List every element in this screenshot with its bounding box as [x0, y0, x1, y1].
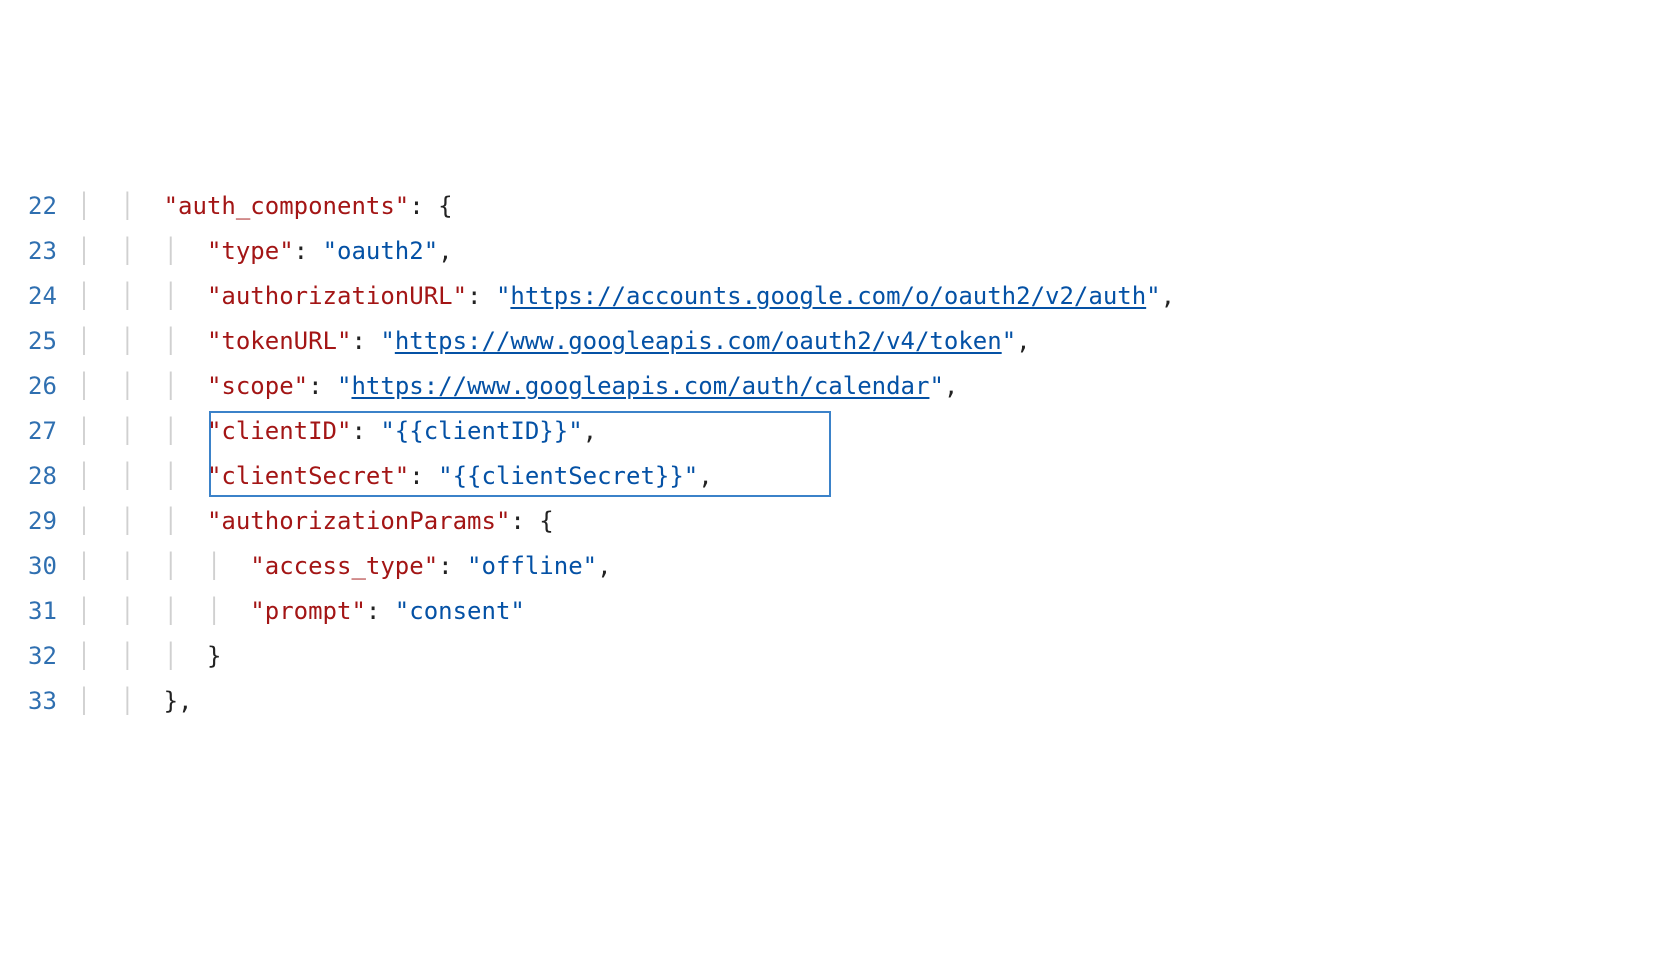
json-string: "offline" — [467, 552, 597, 580]
line-number: 29 — [28, 499, 57, 544]
line-number: 30 — [28, 544, 57, 589]
punctuation: : — [467, 282, 496, 310]
line-number: 27 — [28, 409, 57, 454]
punctuation: : — [438, 552, 467, 580]
code-line[interactable]: │ │ │ "clientID": "{{clientID}}", — [77, 409, 1175, 454]
punctuation: : — [351, 327, 380, 355]
url-link[interactable]: https://www.googleapis.com/auth/calendar — [351, 372, 929, 400]
punctuation: , — [438, 237, 452, 265]
punctuation: , — [597, 552, 611, 580]
json-string: " — [337, 372, 351, 400]
code-line[interactable]: │ │ │ } — [77, 634, 1175, 679]
indent-guide: │ │ │ │ — [77, 552, 250, 580]
punctuation: , — [944, 372, 958, 400]
indent-guide: │ │ │ │ — [77, 597, 250, 625]
indent-guide: │ │ │ — [77, 327, 207, 355]
indent-guide: │ │ │ — [77, 372, 207, 400]
indent-guide: │ │ — [77, 192, 164, 220]
code-line[interactable]: │ │ │ "type": "oauth2", — [77, 229, 1175, 274]
json-key: "clientSecret" — [207, 462, 409, 490]
line-number: 25 — [28, 319, 57, 364]
indent-guide: │ │ │ — [77, 417, 207, 445]
punctuation: : — [351, 417, 380, 445]
json-key: "scope" — [207, 372, 308, 400]
punctuation: : — [308, 372, 337, 400]
punctuation: , — [1161, 282, 1175, 310]
json-key: "authorizationURL" — [207, 282, 467, 310]
json-string: " — [496, 282, 510, 310]
code-line[interactable]: │ │ }, — [77, 679, 1175, 724]
punctuation: , — [1016, 327, 1030, 355]
punctuation: : — [409, 462, 438, 490]
line-number: 33 — [28, 679, 57, 724]
punctuation: , — [583, 417, 597, 445]
indent-guide: │ │ │ — [77, 237, 207, 265]
indent-guide: │ │ │ — [77, 507, 207, 535]
json-string: " — [929, 372, 943, 400]
json-string: "{{clientID}}" — [380, 417, 582, 445]
code-line[interactable]: │ │ │ "scope": "https://www.googleapis.c… — [77, 364, 1175, 409]
url-link[interactable]: https://www.googleapis.com/oauth2/v4/tok… — [395, 327, 1002, 355]
line-number: 24 — [28, 274, 57, 319]
indent-guide: │ │ │ — [77, 642, 207, 670]
indent-guide: │ │ — [77, 687, 164, 715]
punctuation: : — [366, 597, 395, 625]
code-content[interactable]: │ │ "auth_components": {│ │ │ "type": "o… — [77, 180, 1175, 728]
code-line[interactable]: │ │ │ "authorizationURL": "https://accou… — [77, 274, 1175, 319]
punctuation: : { — [510, 507, 553, 535]
code-editor: 222324252627282930313233 │ │ "auth_compo… — [0, 180, 1666, 728]
code-line[interactable]: │ │ │ "clientSecret": "{{clientSecret}}"… — [77, 454, 1175, 499]
json-key: "clientID" — [207, 417, 352, 445]
code-line[interactable]: │ │ │ │ "access_type": "offline", — [77, 544, 1175, 589]
json-key: "tokenURL" — [207, 327, 352, 355]
url-link[interactable]: https://accounts.google.com/o/oauth2/v2/… — [510, 282, 1146, 310]
json-string: "oauth2" — [323, 237, 439, 265]
punctuation: } — [207, 642, 221, 670]
code-line[interactable]: │ │ │ │ "prompt": "consent" — [77, 589, 1175, 634]
punctuation: : { — [409, 192, 452, 220]
punctuation: : — [294, 237, 323, 265]
code-line[interactable]: │ │ "auth_components": { — [77, 184, 1175, 229]
indent-guide: │ │ │ — [77, 462, 207, 490]
line-number: 23 — [28, 229, 57, 274]
json-key: "authorizationParams" — [207, 507, 510, 535]
code-line[interactable]: │ │ │ "tokenURL": "https://www.googleapi… — [77, 319, 1175, 364]
json-string: " — [1002, 327, 1016, 355]
json-string: "{{clientSecret}}" — [438, 462, 698, 490]
punctuation: }, — [164, 687, 193, 715]
code-line[interactable]: │ │ │ "authorizationParams": { — [77, 499, 1175, 544]
json-key: "access_type" — [250, 552, 438, 580]
json-key: "auth_components" — [164, 192, 410, 220]
line-number: 26 — [28, 364, 57, 409]
indent-guide: │ │ │ — [77, 282, 207, 310]
line-number-gutter: 222324252627282930313233 — [0, 180, 77, 728]
line-number: 32 — [28, 634, 57, 679]
line-number: 22 — [28, 184, 57, 229]
punctuation: , — [698, 462, 712, 490]
json-key: "type" — [207, 237, 294, 265]
json-string: " — [1146, 282, 1160, 310]
json-key: "prompt" — [250, 597, 366, 625]
json-string: "consent" — [395, 597, 525, 625]
line-number: 28 — [28, 454, 57, 499]
line-number: 31 — [28, 589, 57, 634]
json-string: " — [380, 327, 394, 355]
